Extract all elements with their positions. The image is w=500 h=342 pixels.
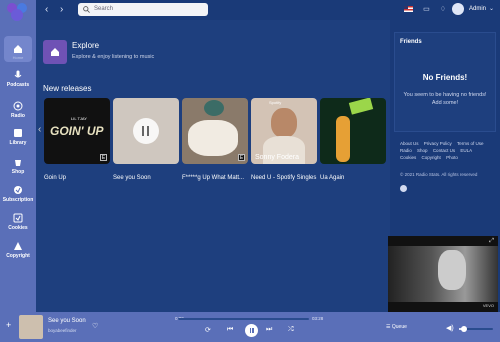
queue-button[interactable]: ☰ Queue [386, 324, 407, 330]
search-placeholder: Search [94, 6, 114, 12]
shop-icon [15, 160, 21, 166]
play-pause-button[interactable] [245, 324, 258, 337]
subscription-icon [14, 186, 22, 194]
sidebar-item-radio[interactable]: Radio [0, 101, 36, 119]
sidebar-item-library[interactable]: Library [0, 128, 36, 146]
no-friends-title: No Friends! [422, 73, 468, 82]
repeat-icon[interactable]: ⟳ [205, 326, 211, 334]
bell-icon[interactable]: ♢ [440, 6, 446, 13]
total-time: 03:28 [312, 316, 324, 321]
no-friends-line: You seem to be having no friends! [403, 92, 487, 98]
explore-tile[interactable] [43, 40, 67, 64]
sidebar-item-label: Library [9, 140, 27, 146]
footer-link[interactable]: Copyright [422, 155, 441, 160]
sidebar-item-label: Radio [11, 113, 25, 119]
footer-link[interactable]: Cookies [400, 155, 416, 160]
card-art-text: Spotify [269, 100, 282, 105]
sidebar-item-podcasts[interactable]: Podcasts [0, 70, 36, 88]
avatar[interactable] [452, 3, 464, 15]
us-flag-icon[interactable] [404, 6, 414, 13]
footer-link[interactable]: Contact Us [433, 148, 455, 153]
release-card[interactable] [320, 98, 386, 164]
app-logo[interactable] [6, 2, 28, 22]
release-card[interactable] [113, 98, 179, 164]
page-title: Explore [72, 41, 100, 50]
footer-link[interactable]: Shop [417, 148, 428, 153]
page-subtitle: Explore & enjoy listening to music [72, 54, 155, 60]
release-title[interactable]: Need U - Spotify Singles [251, 175, 316, 181]
video-label: VEVO [482, 303, 494, 308]
release-card[interactable]: Spotify Sonny Fodera [251, 98, 317, 164]
progress-bar[interactable] [178, 318, 309, 320]
sidebar-item-copyright[interactable]: Copyright [0, 241, 36, 259]
add-friends-link[interactable]: Add some! [394, 99, 496, 107]
footer-link[interactable]: Terms of Use [457, 141, 484, 146]
release-title[interactable]: F*****g Up What Matt... [182, 175, 244, 181]
footer-link[interactable]: Privacy Policy [424, 141, 452, 146]
video-player[interactable]: ⤢ VEVO [388, 236, 498, 312]
sidebar-item-label: Subscription [2, 197, 34, 203]
expand-icon[interactable]: ⤢ [489, 238, 494, 245]
now-playing-artist[interactable]: boyabeefinder [48, 328, 77, 333]
footer-links: About Us Privacy Policy Terms of Use Rad… [400, 140, 492, 161]
forward-arrow-icon[interactable]: › [60, 4, 63, 15]
explicit-badge: E [100, 154, 107, 161]
radio-icon [13, 101, 23, 111]
top-icons: ▭ ♢ [404, 5, 446, 13]
footer-link[interactable]: EULA [460, 148, 472, 153]
back-arrow-icon[interactable]: ‹ [45, 4, 48, 15]
sidebar-item-label: Copyright [6, 253, 30, 259]
shuffle-icon[interactable]: ⤮ [288, 326, 294, 334]
release-card[interactable]: LIL TJAY GOIN' UP E [44, 98, 110, 164]
cookies-icon [13, 213, 23, 223]
release-card[interactable]: E [182, 98, 248, 164]
home-icon [51, 48, 59, 56]
heart-icon[interactable]: ♡ [92, 322, 98, 330]
card-art-text: LIL TJAY [71, 116, 87, 121]
chevron-down-icon[interactable]: ⌄ [489, 5, 494, 12]
release-title[interactable]: Goin Up [44, 175, 66, 181]
explicit-badge: E [238, 154, 245, 161]
friends-title: Friends [400, 39, 422, 45]
now-playing-artwork[interactable] [19, 315, 43, 339]
section-title: New releases [43, 84, 92, 93]
search-input[interactable]: Search [78, 3, 208, 16]
add-icon[interactable]: + [6, 320, 11, 330]
no-friends-message: You seem to be having no friends! Add so… [394, 91, 496, 107]
footer-link[interactable]: About Us [400, 141, 419, 146]
main-content: Explore Explore & enjoy listening to mus… [36, 20, 390, 312]
sidebar-item-home-label: Home [12, 55, 24, 60]
next-icon[interactable]: ⏭ [266, 326, 272, 334]
warning-icon [14, 242, 22, 250]
microphone-icon [14, 70, 22, 78]
card-art-text: GOIN' UP [50, 124, 104, 138]
top-bar: ‹ › Search ▭ ♢ Admin ⌄ [36, 0, 500, 20]
volume-icon[interactable]: ◀) [446, 324, 454, 332]
facebook-icon[interactable] [400, 185, 407, 192]
home-icon [14, 45, 22, 53]
library-icon [14, 129, 22, 137]
sidebar-item-shop[interactable]: Shop [0, 157, 36, 175]
friends-panel [394, 32, 496, 132]
previous-icon[interactable]: ⏮ [227, 326, 233, 334]
sidebar-item-subscription[interactable]: Subscription [0, 185, 36, 203]
release-title[interactable]: See you Soon [113, 175, 151, 181]
sidebar-item-cookies[interactable]: Cookies [0, 213, 36, 231]
sidebar-item-label: Shop [11, 169, 25, 175]
card-art-text: Sonny Fodera [255, 154, 299, 161]
copyright-text: © 2021 Radio Stats. All rights reserved [400, 172, 478, 177]
sidebar-item-label: Cookies [8, 225, 28, 231]
user-name[interactable]: Admin [469, 6, 486, 12]
footer-link[interactable]: Photo [446, 155, 458, 160]
footer-link[interactable]: Radio [400, 148, 412, 153]
release-title[interactable]: Ua Again [320, 175, 344, 181]
sidebar-item-label: Podcasts [6, 82, 30, 88]
now-playing-title[interactable]: See you Soon [48, 318, 86, 324]
pause-button[interactable] [133, 118, 159, 144]
chat-icon[interactable]: ▭ [423, 6, 430, 13]
carousel-left-arrow-icon[interactable]: ‹ [38, 124, 41, 135]
queue-label: Queue [391, 324, 407, 330]
search-icon [83, 6, 90, 13]
